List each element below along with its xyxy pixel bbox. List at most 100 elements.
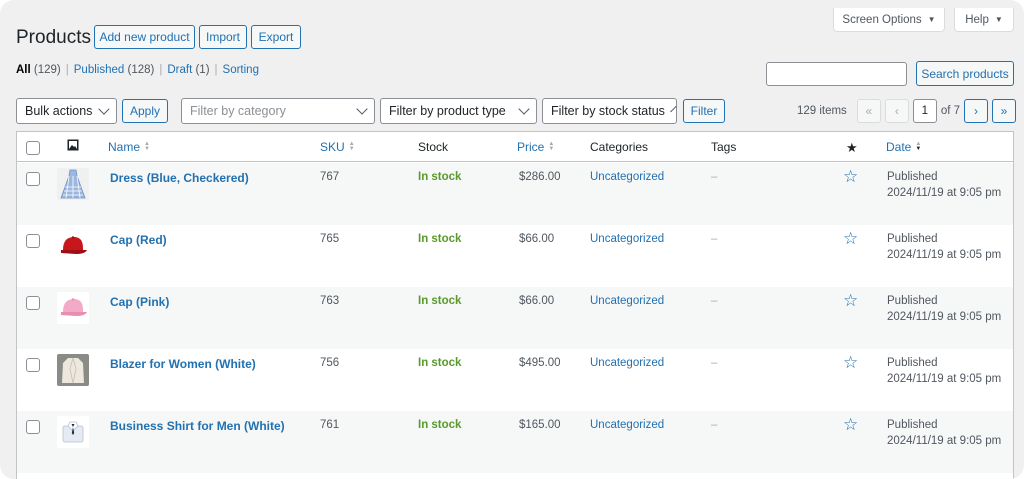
stock-column-header: Stock [418, 140, 449, 154]
image-icon [67, 139, 79, 151]
price-value: $66.00 [519, 233, 555, 245]
search-input[interactable] [766, 62, 907, 86]
star-filled-icon[interactable]: ★ [846, 140, 858, 156]
sku-value: 763 [320, 295, 340, 307]
sort-icon: ▲ ▼ [144, 141, 150, 152]
price-value: $286.00 [519, 171, 561, 183]
bulk-actions-select[interactable]: Bulk actions [16, 98, 117, 124]
table-row: Dress (Blue, Checkered) 767 In stock $28… [17, 163, 1013, 225]
row-checkbox[interactable] [26, 420, 40, 434]
stock-status: In stock [418, 171, 462, 183]
row-checkbox[interactable] [26, 296, 40, 310]
view-published-link[interactable]: Published (128) [74, 64, 155, 76]
stock-status: In stock [418, 419, 462, 431]
stock-status-filter-select[interactable]: Filter by stock status [542, 98, 677, 124]
pagination: 129 items « ‹ 1 of 7 › » [797, 99, 1016, 123]
tags-value: – [711, 233, 718, 245]
date-cell: Published 2024/11/19 at 9:05 pm [887, 233, 1002, 261]
select-all-checkbox[interactable] [26, 141, 40, 155]
prev-page-button[interactable]: ‹ [884, 99, 909, 123]
table-row: Cap (Red) 765 In stock $66.00 Uncategori… [17, 225, 1013, 287]
cap-red-icon[interactable] [57, 230, 89, 262]
dress-icon[interactable] [57, 168, 89, 200]
blazer-icon[interactable] [57, 354, 89, 386]
product-name-link[interactable]: Business Shirt for Men (White) [110, 419, 285, 433]
price-column-header[interactable]: Price ▲ ▼ [517, 140, 554, 154]
last-page-button[interactable]: » [992, 99, 1016, 123]
view-draft-link[interactable]: Draft (1) [167, 64, 209, 76]
help-button[interactable]: Help ▼ [954, 8, 1014, 32]
chevron-down-icon [356, 103, 368, 115]
date-cell: Published 2024/11/19 at 9:05 pm [887, 419, 1002, 447]
cap-pink-icon[interactable] [57, 292, 89, 324]
sort-desc-icon: ▲ ▼ [915, 141, 922, 152]
product-type-filter-select[interactable]: Filter by product type [380, 98, 537, 124]
products-admin-page: Screen Options ▼ Help ▼ Products Add new… [0, 0, 1024, 479]
page-title: Products [16, 27, 91, 48]
category-link[interactable]: Uncategorized [590, 233, 664, 245]
sort-icon: ▲ ▼ [348, 141, 355, 152]
star-outline-icon[interactable]: ☆ [843, 415, 858, 435]
product-name-link[interactable]: Blazer for Women (White) [110, 357, 256, 371]
apply-button[interactable]: Apply [122, 99, 168, 123]
tags-value: – [711, 357, 718, 369]
screen-options-label: Screen Options [842, 13, 922, 26]
import-button[interactable]: Import [199, 25, 247, 49]
export-button[interactable]: Export [251, 25, 301, 49]
chevron-down-icon [518, 103, 530, 115]
row-checkbox[interactable] [26, 234, 40, 248]
table-row: Blazer for Women (White) 756 In stock $4… [17, 349, 1013, 411]
star-outline-icon[interactable]: ☆ [843, 167, 858, 187]
categories-column-header: Categories [590, 140, 649, 154]
sku-value: 756 [320, 357, 340, 369]
row-checkbox[interactable] [26, 358, 40, 372]
star-outline-icon[interactable]: ☆ [843, 229, 858, 249]
add-new-product-button[interactable]: Add new product [94, 25, 195, 49]
search-products-button[interactable]: Search products [916, 61, 1014, 86]
price-value: $66.00 [519, 295, 555, 307]
table-header: Name ▲ ▼ SKU ▲ ▼ Stock Price ▲ ▼ Categories Ta… [17, 132, 1013, 162]
row-checkbox[interactable] [26, 172, 40, 186]
product-name-link[interactable]: Cap (Pink) [110, 295, 169, 309]
help-label: Help [965, 13, 989, 26]
items-count: 129 items [796, 105, 847, 117]
first-page-button[interactable]: « [856, 99, 881, 123]
name-column-header[interactable]: Name ▲ ▼ [108, 140, 150, 154]
category-filter-select[interactable]: Filter by category [181, 98, 375, 124]
category-link[interactable]: Uncategorized [590, 357, 664, 369]
date-cell: Published 2024/11/19 at 9:05 pm [887, 171, 1002, 199]
chevron-down-icon [670, 105, 677, 113]
next-page-button[interactable]: › [964, 99, 988, 123]
star-outline-icon[interactable]: ☆ [843, 291, 858, 311]
current-page-input[interactable]: 1 [912, 99, 937, 123]
screen-options-button[interactable]: Screen Options ▼ [833, 8, 945, 32]
tags-value: – [711, 295, 718, 307]
tags-value: – [711, 419, 718, 431]
product-name-link[interactable]: Cap (Red) [110, 233, 167, 247]
status-views: All (129) | Published (128) | Draft (1) | Sort… [16, 64, 259, 76]
tags-column-header: Tags [711, 140, 737, 154]
product-name-link[interactable]: Dress (Blue, Checkered) [110, 171, 249, 185]
category-link[interactable]: Uncategorized [590, 295, 664, 307]
sku-value: 767 [320, 171, 340, 183]
chevron-down-icon [98, 103, 110, 115]
filter-button[interactable]: Filter [683, 99, 725, 123]
shirt-icon[interactable] [57, 416, 89, 448]
view-all-link[interactable]: All (129) [16, 64, 61, 76]
category-link[interactable]: Uncategorized [590, 171, 664, 183]
caret-down-icon: ▼ [927, 15, 936, 24]
date-column-header[interactable]: Date ▲ ▼ [886, 140, 921, 154]
star-outline-icon[interactable]: ☆ [843, 353, 858, 373]
tags-value: – [711, 171, 718, 183]
sku-column-header[interactable]: SKU ▲ ▼ [320, 140, 355, 154]
table-row: Business Shirt for Men (White) 761 In st… [17, 411, 1013, 473]
view-sorting-link[interactable]: Sorting [223, 64, 259, 76]
date-cell: Published 2024/11/19 at 9:05 pm [887, 357, 1002, 385]
category-link[interactable]: Uncategorized [590, 419, 664, 431]
table-row: Cap (Pink) 763 In stock $66.00 Uncategor… [17, 287, 1013, 349]
caret-down-icon: ▼ [994, 15, 1003, 24]
sku-value: 765 [320, 233, 340, 245]
products-table: Name ▲ ▼ SKU ▲ ▼ Stock Price ▲ ▼ Categories Ta… [16, 131, 1014, 479]
stock-status: In stock [418, 357, 462, 369]
date-cell: Published 2024/11/19 at 9:05 pm [887, 295, 1002, 323]
